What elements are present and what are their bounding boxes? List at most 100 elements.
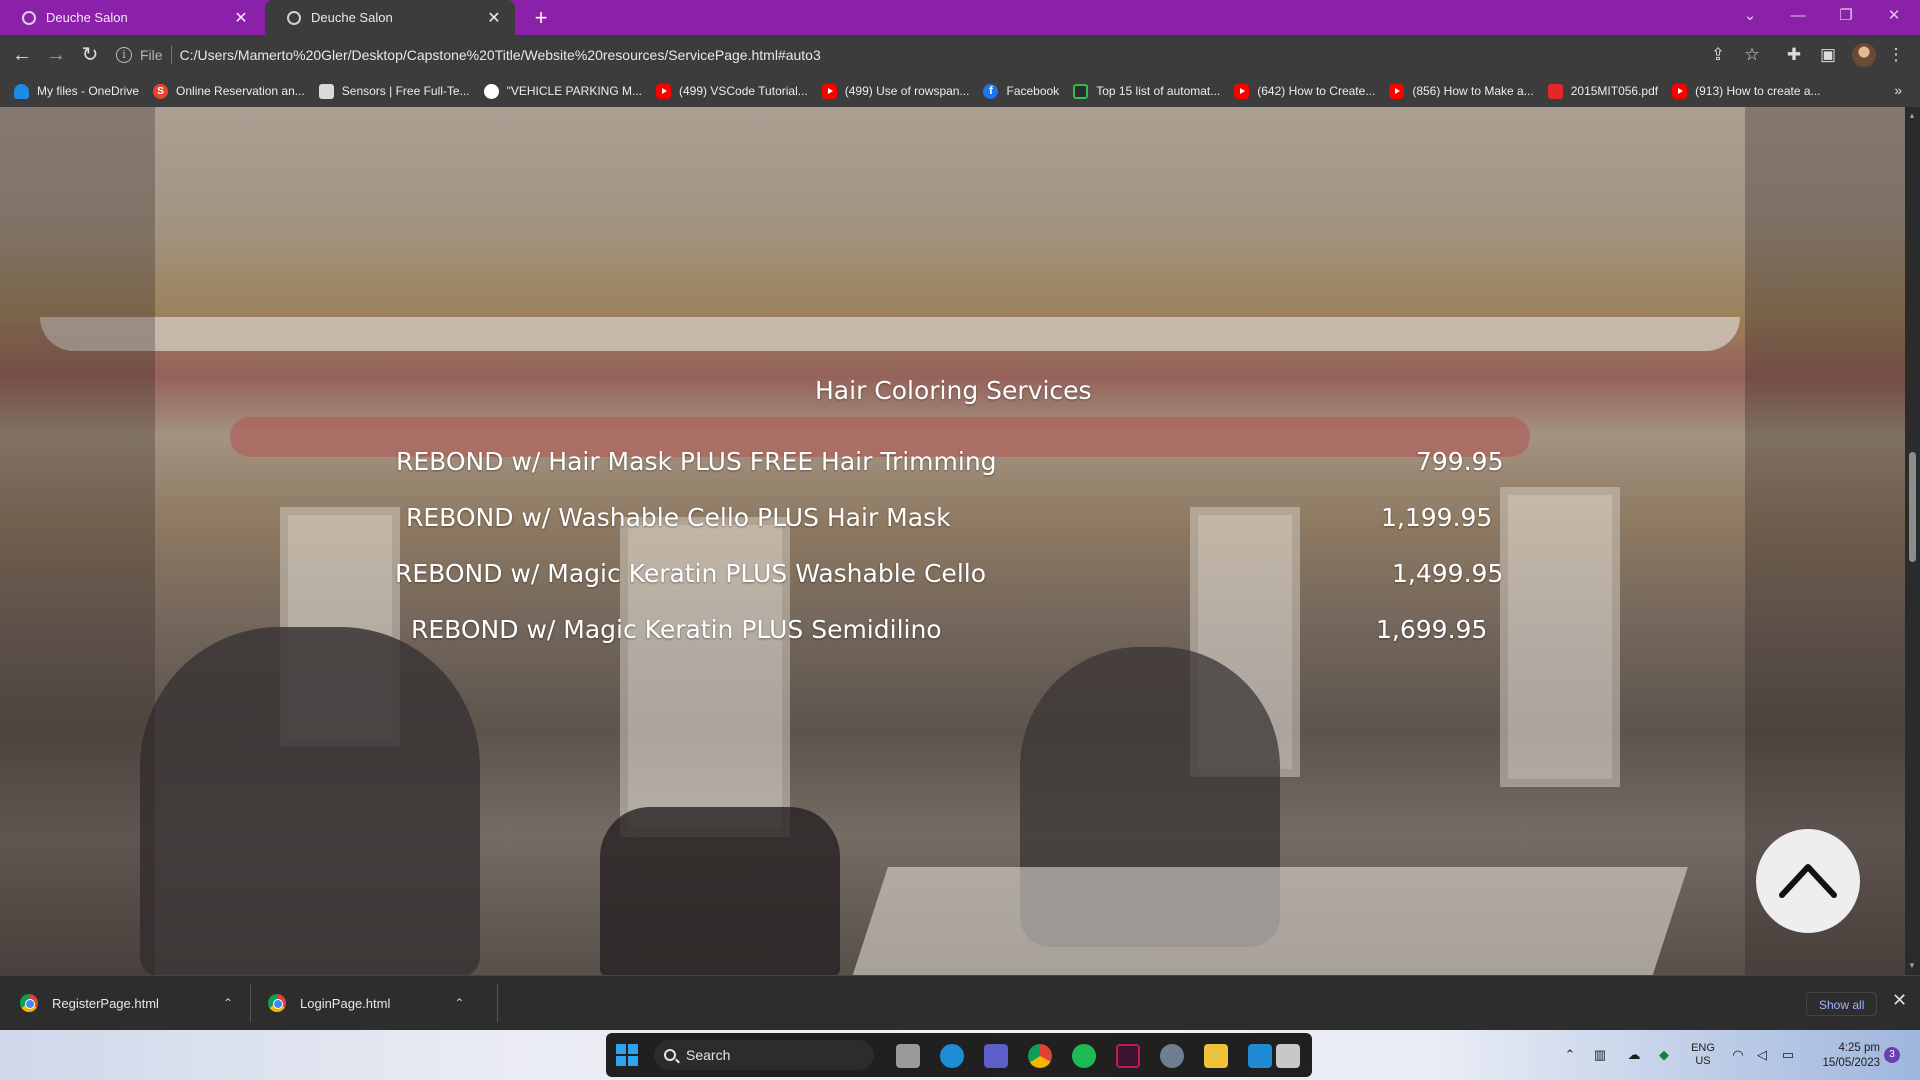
bookmark-label: (499) Use of rowspan... (844, 84, 970, 98)
vscode-icon[interactable] (1248, 1044, 1272, 1068)
cloud-icon[interactable]: ☁ (1626, 1047, 1642, 1063)
bookmarks-bar: My files - OneDrive S Online Reservation … (0, 75, 1920, 107)
windows-start-icon[interactable] (616, 1044, 640, 1068)
back-arrow-icon[interactable]: ← (8, 41, 36, 69)
task-view-icon[interactable] (896, 1044, 920, 1068)
download-filename: RegisterPage.html (52, 995, 159, 1011)
show-hidden-icons-icon[interactable]: ⌃ (1562, 1047, 1578, 1063)
battery-icon[interactable]: ▭ (1780, 1047, 1796, 1063)
notification-badge[interactable]: 3 (1884, 1047, 1900, 1063)
star-icon[interactable]: ☆ (1740, 43, 1764, 67)
service-price: 1,499.95 (1392, 559, 1504, 588)
divider (170, 46, 172, 64)
region-code: US (1695, 1055, 1711, 1067)
show-all-button[interactable]: Show all (1806, 992, 1878, 1016)
search-label: Search (686, 1047, 731, 1063)
edge-icon[interactable] (940, 1044, 964, 1068)
search-icon (664, 1049, 676, 1061)
close-window-icon[interactable]: ✕ (1876, 0, 1912, 35)
tab-search-icon[interactable]: ⌄ (1732, 0, 1768, 35)
bookmark-label: "VEHICLE PARKING M... (506, 84, 643, 98)
wifi-icon[interactable]: ◠ (1730, 1047, 1746, 1063)
taskbar-search[interactable]: Search (654, 1040, 874, 1070)
url-text[interactable]: C:/Users/Mamerto%20Gler/Desktop/Capstone… (180, 47, 821, 63)
chevron-up-icon[interactable]: ⌃ (223, 996, 233, 1010)
profile-avatar[interactable] (1852, 43, 1876, 67)
clock-date: 15/05/2023 (1822, 1057, 1880, 1069)
bookmark-label: (913) How to create a... (1695, 84, 1821, 98)
system-clock[interactable]: 4:25 pm 15/05/2023 (1808, 1041, 1880, 1071)
more-menu-icon[interactable]: ⋮ (1884, 43, 1908, 67)
close-icon[interactable]: ✕ (1892, 990, 1907, 1011)
scroll-to-top-button[interactable] (1756, 829, 1860, 933)
app-icon[interactable] (1116, 1044, 1140, 1068)
bookmark-onedrive[interactable]: My files - OneDrive (14, 83, 140, 99)
close-tab-icon[interactable]: ✕ (485, 8, 503, 28)
bookmark-how-to-make[interactable]: (856) How to Make a... (1389, 83, 1534, 99)
bookmark-facebook[interactable]: f Facebook (983, 83, 1060, 99)
bookmark-vscode-tutorial[interactable]: (499) VSCode Tutorial... (656, 83, 808, 99)
chrome-icon[interactable] (1028, 1044, 1052, 1068)
service-row: REBOND w/ Washable Cello PLUS Hair Mask … (0, 503, 1905, 543)
download-item-login[interactable]: LoginPage.html ⌃ (268, 976, 464, 1030)
bookmark-sensors[interactable]: Sensors | Free Full-Te... (318, 83, 470, 99)
section-title: Hair Coloring Services (815, 376, 1092, 405)
bookmark-online-reservation[interactable]: S Online Reservation an... (153, 83, 305, 99)
snipping-tool-icon[interactable] (1276, 1044, 1300, 1068)
bookmark-how-to-create-a[interactable]: (913) How to create a... (1672, 83, 1821, 99)
volume-muted-icon[interactable]: ◁ (1754, 1047, 1770, 1063)
divider (250, 984, 251, 1022)
share-icon[interactable]: ⇪ (1706, 43, 1730, 67)
settings-gear-icon[interactable] (1160, 1044, 1184, 1068)
bookmark-rowspan[interactable]: (499) Use of rowspan... (821, 83, 970, 99)
teams-icon[interactable] (984, 1044, 1008, 1068)
chevron-up-icon[interactable]: ⌃ (454, 996, 464, 1010)
service-name: REBOND w/ Hair Mask PLUS FREE Hair Trimm… (396, 447, 997, 476)
address-bar[interactable]: i File C:/Users/Mamerto%20Gler/Desktop/C… (116, 39, 1776, 71)
download-filename: LoginPage.html (300, 995, 391, 1011)
youtube-icon (1234, 83, 1250, 99)
extensions-icon[interactable]: ✚ (1782, 43, 1806, 67)
windows-taskbar: Search ⌃ ▥ ☁ ◆ ENG US ◠ ◁ ▭ 4:25 pm 15/0… (0, 1030, 1920, 1080)
input-language[interactable]: ENG US (1688, 1042, 1718, 1068)
service-row: REBOND w/ Magic Keratin PLUS Washable Ce… (0, 559, 1905, 599)
spotify-icon[interactable] (1072, 1044, 1096, 1068)
chrome-file-icon (268, 994, 286, 1012)
file-explorer-icon[interactable] (1204, 1044, 1228, 1068)
service-name: REBOND w/ Magic Keratin PLUS Washable Ce… (395, 559, 987, 588)
side-panel-icon[interactable]: ▣ (1816, 43, 1840, 67)
facebook-icon: f (983, 83, 999, 99)
close-tab-icon[interactable]: ✕ (232, 8, 250, 28)
plus-icon[interactable]: + (530, 5, 552, 31)
s-logo-icon: S (153, 83, 169, 99)
bookmark-vehicle-parking[interactable]: "VEHICLE PARKING M... (483, 83, 643, 99)
page-scrollbar[interactable]: ▲ ▼ (1905, 107, 1920, 975)
bookmark-how-to-create[interactable]: (642) How to Create... (1234, 83, 1375, 99)
more-bookmarks-icon[interactable]: » (1894, 82, 1902, 98)
restore-icon[interactable]: ❐ (1828, 0, 1864, 35)
youtube-icon (1672, 83, 1688, 99)
security-shield-icon[interactable]: ◆ (1656, 1047, 1672, 1063)
forward-arrow-icon[interactable]: → (42, 41, 70, 69)
tab-deuche-salon-2[interactable]: Deuche Salon ✕ (265, 0, 515, 35)
info-icon[interactable]: i (116, 47, 132, 63)
minimize-icon[interactable]: — (1780, 0, 1816, 35)
bookmark-label: Facebook (1006, 84, 1060, 98)
bookmark-pdf[interactable]: 2015MIT056.pdf (1547, 83, 1658, 99)
scroll-down-arrow-icon[interactable]: ▼ (1908, 961, 1916, 970)
tab-strip: Deuche Salon ✕ Deuche Salon ✕ + ⌄ — ❐ ✕ (0, 0, 1920, 35)
tab-deuche-salon-1[interactable]: Deuche Salon ✕ (0, 0, 262, 35)
globe-icon (22, 10, 36, 25)
reload-icon[interactable]: ↻ (76, 41, 104, 69)
bookmark-label: My files - OneDrive (37, 84, 140, 98)
hair-coloring-services-section: Hair Coloring Services REBOND w/ Hair Ma… (0, 107, 1905, 975)
taskbar-apps: Search (606, 1033, 1312, 1077)
download-item-register[interactable]: RegisterPage.html ⌃ (20, 976, 233, 1030)
tray-app-icon[interactable]: ▥ (1592, 1047, 1608, 1063)
bookmark-top-15-automation[interactable]: Top 15 list of automat... (1073, 83, 1220, 99)
service-row: REBOND w/ Hair Mask PLUS FREE Hair Trimm… (0, 447, 1905, 487)
sensors-site-icon (318, 83, 334, 99)
scroll-up-arrow-icon[interactable]: ▲ (1908, 111, 1916, 120)
scrollbar-thumb[interactable] (1909, 452, 1916, 562)
pdf-icon (1547, 83, 1563, 99)
